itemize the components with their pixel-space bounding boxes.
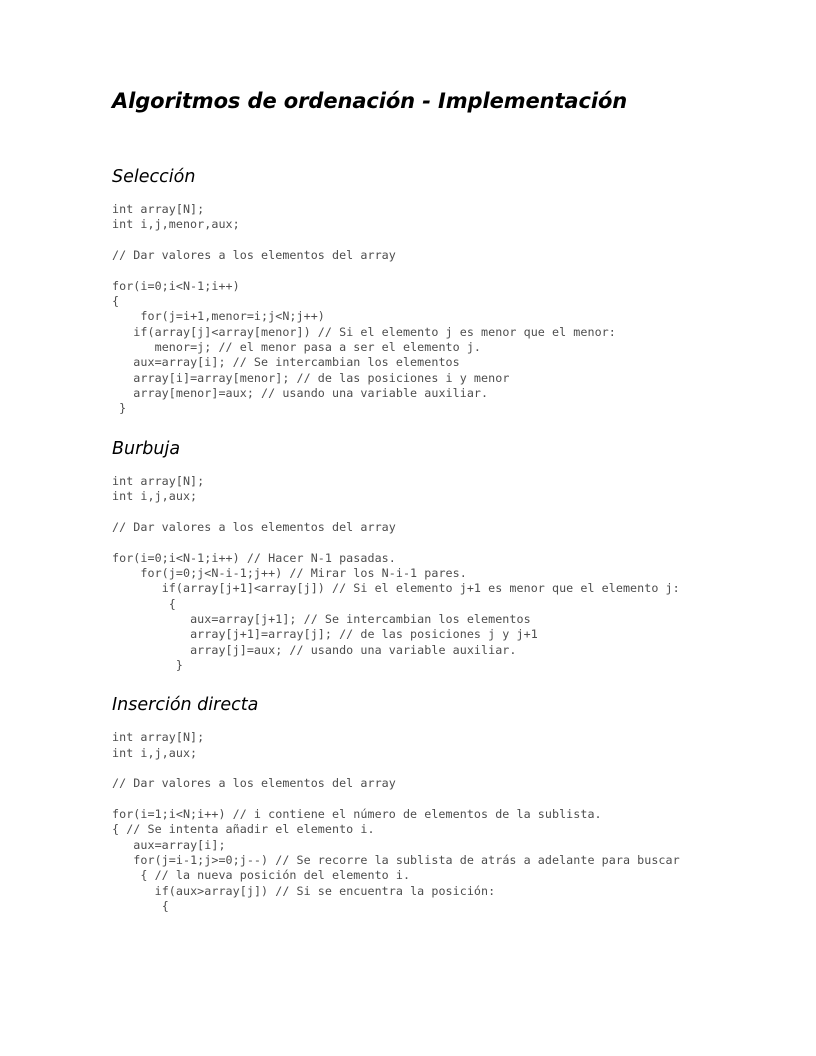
section-heading-burbuja: Burbuja <box>112 438 181 459</box>
document-page: Algoritmos de ordenación - Implementació… <box>0 0 816 1056</box>
section-heading-insercion-directa: Inserción directa <box>112 695 259 716</box>
section-insercion-directa: Inserción directa int array[N]; int i,j,… <box>112 694 712 914</box>
section-heading-seleccion: Selección <box>112 167 196 187</box>
code-block-insercion-directa: int array[N]; int i,j,aux; // Dar valore… <box>112 730 680 914</box>
code-block-burbuja: int array[N]; int i,j,aux; // Dar valore… <box>112 473 680 672</box>
heading-spacer <box>112 716 712 730</box>
section-burbuja: Burbuja int array[N]; int i,j,aux; // Da… <box>112 438 712 673</box>
heading-spacer <box>112 188 712 202</box>
code-block-seleccion: int array[N]; int i,j,menor,aux; // Dar … <box>112 202 616 416</box>
page-title: Algoritmos de ordenación - Implementació… <box>112 89 628 113</box>
title-spacer <box>112 114 712 166</box>
heading-spacer <box>112 460 712 474</box>
document-body: Algoritmos de ordenación - Implementació… <box>112 88 712 914</box>
section-seleccion: Selección int array[N]; int i,j,menor,au… <box>112 166 712 417</box>
